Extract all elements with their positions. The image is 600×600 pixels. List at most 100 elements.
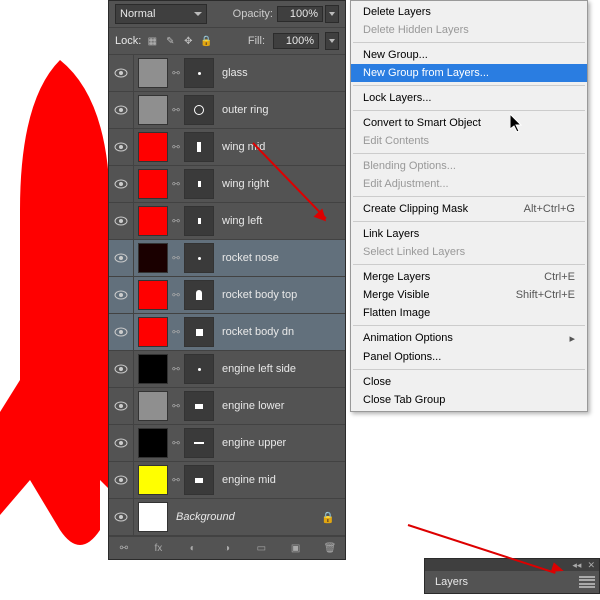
layer-name: Background xyxy=(176,511,235,523)
fill-label: Fill: xyxy=(248,35,265,47)
menu-item[interactable]: New Group from Layers... xyxy=(351,64,587,82)
layer-row[interactable]: ⚯outer ring xyxy=(109,92,345,129)
opacity-label: Opacity: xyxy=(233,8,273,20)
menu-separator xyxy=(353,196,585,197)
layers-panel: Normal Opacity: 100% Lock: ▦ ✎ ✥ 🔒 Fill:… xyxy=(108,0,346,560)
close-icon[interactable]: ✕ xyxy=(587,560,595,571)
layer-row[interactable]: ⚯engine mid xyxy=(109,462,345,499)
layer-swatch xyxy=(138,169,168,199)
lock-pixels-icon[interactable]: ✎ xyxy=(163,34,177,48)
background-layer-row[interactable]: Background🔒 xyxy=(109,499,345,536)
adjustment-icon[interactable]: ◑ xyxy=(220,541,234,555)
visibility-icon[interactable] xyxy=(109,55,134,91)
lock-transparent-icon[interactable]: ▦ xyxy=(145,34,159,48)
panel-context-menu: Delete LayersDelete Hidden Layers New Gro… xyxy=(350,0,588,412)
link-icon: ⚯ xyxy=(170,253,182,264)
layer-row[interactable]: ⚯wing left xyxy=(109,203,345,240)
opacity-dropdown-icon[interactable] xyxy=(325,5,339,23)
layer-row[interactable]: ⚯rocket body top xyxy=(109,277,345,314)
menu-item[interactable]: Lock Layers... xyxy=(351,89,587,107)
menu-item[interactable]: Merge LayersCtrl+E xyxy=(351,268,587,286)
vector-mask[interactable] xyxy=(184,391,214,421)
visibility-icon[interactable] xyxy=(109,388,134,424)
visibility-icon[interactable] xyxy=(109,425,134,461)
layer-row[interactable]: ⚯wing right xyxy=(109,166,345,203)
vector-mask[interactable] xyxy=(184,132,214,162)
vector-mask[interactable] xyxy=(184,465,214,495)
panel-menu-icon[interactable] xyxy=(579,576,595,588)
menu-item[interactable]: Animation Options▸ xyxy=(351,329,587,348)
link-layers-icon[interactable]: ⚯ xyxy=(117,541,131,555)
vector-mask[interactable] xyxy=(184,243,214,273)
menu-item[interactable]: Delete Layers xyxy=(351,3,587,21)
menu-separator xyxy=(353,42,585,43)
lock-all-icon[interactable]: 🔒 xyxy=(199,34,213,48)
vector-mask[interactable] xyxy=(184,354,214,384)
fill-dropdown-icon[interactable] xyxy=(325,32,339,50)
menu-item[interactable]: Merge VisibleShift+Ctrl+E xyxy=(351,286,587,304)
menu-item[interactable]: New Group... xyxy=(351,46,587,64)
menu-item[interactable]: Link Layers xyxy=(351,225,587,243)
layer-swatch xyxy=(138,280,168,310)
menu-separator xyxy=(353,325,585,326)
menu-item: Delete Hidden Layers xyxy=(351,21,587,39)
visibility-icon[interactable] xyxy=(109,277,134,313)
vector-mask[interactable] xyxy=(184,206,214,236)
layer-name: engine lower xyxy=(222,400,284,412)
mask-icon[interactable]: ◐ xyxy=(186,541,200,555)
layer-row[interactable]: ⚯engine left side xyxy=(109,351,345,388)
layer-row[interactable]: ⚯glass xyxy=(109,55,345,92)
visibility-icon[interactable] xyxy=(109,240,134,276)
menu-separator xyxy=(353,153,585,154)
layers-tab-label[interactable]: Layers xyxy=(425,574,478,590)
layer-row[interactable]: ⚯wing mid xyxy=(109,129,345,166)
layer-swatch xyxy=(138,206,168,236)
lock-position-icon[interactable]: ✥ xyxy=(181,34,195,48)
layer-row[interactable]: ⚯engine lower xyxy=(109,388,345,425)
fill-value[interactable]: 100% xyxy=(273,33,319,49)
panel-footer: ⚯ fx ◐ ◑ ▭ ▣ 🗑 xyxy=(109,536,345,559)
opacity-value[interactable]: 100% xyxy=(277,6,323,22)
layer-name: wing right xyxy=(222,178,269,190)
vector-mask[interactable] xyxy=(184,169,214,199)
vector-mask[interactable] xyxy=(184,95,214,125)
vector-mask[interactable] xyxy=(184,280,214,310)
layer-name: rocket body dn xyxy=(222,326,294,338)
layer-name: engine left side xyxy=(222,363,296,375)
group-icon[interactable]: ▭ xyxy=(254,541,268,555)
layer-swatch xyxy=(138,428,168,458)
new-layer-icon[interactable]: ▣ xyxy=(289,541,303,555)
visibility-icon[interactable] xyxy=(109,462,134,498)
menu-item[interactable]: Close Tab Group xyxy=(351,391,587,409)
visibility-icon[interactable] xyxy=(109,314,134,350)
vector-mask[interactable] xyxy=(184,58,214,88)
blend-mode-select[interactable]: Normal xyxy=(115,4,207,24)
menu-separator xyxy=(353,110,585,111)
lock-row: Lock: ▦ ✎ ✥ 🔒 Fill: 100% xyxy=(109,28,345,55)
menu-separator xyxy=(353,264,585,265)
menu-item[interactable]: Convert to Smart Object xyxy=(351,114,587,132)
layer-name: outer ring xyxy=(222,104,268,116)
visibility-icon[interactable] xyxy=(109,351,134,387)
layer-name: rocket body top xyxy=(222,289,297,301)
menu-item[interactable]: Panel Options... xyxy=(351,348,587,366)
visibility-icon[interactable] xyxy=(109,203,134,239)
visibility-icon[interactable] xyxy=(109,129,134,165)
visibility-icon[interactable] xyxy=(109,499,134,535)
fx-icon[interactable]: fx xyxy=(151,541,165,555)
menu-item[interactable]: Close xyxy=(351,373,587,391)
layer-swatch xyxy=(138,354,168,384)
visibility-icon[interactable] xyxy=(109,92,134,128)
vector-mask[interactable] xyxy=(184,317,214,347)
layer-row[interactable]: ⚯rocket body dn xyxy=(109,314,345,351)
vector-mask[interactable] xyxy=(184,428,214,458)
layer-row[interactable]: ⚯engine upper xyxy=(109,425,345,462)
visibility-icon[interactable] xyxy=(109,166,134,202)
collapse-icon[interactable]: ◂◂ xyxy=(572,560,581,571)
menu-item[interactable]: Flatten Image xyxy=(351,304,587,322)
layer-row[interactable]: ⚯rocket nose xyxy=(109,240,345,277)
layer-swatch xyxy=(138,317,168,347)
menu-item[interactable]: Create Clipping MaskAlt+Ctrl+G xyxy=(351,200,587,218)
layer-swatch xyxy=(138,132,168,162)
trash-icon[interactable]: 🗑 xyxy=(323,541,337,555)
